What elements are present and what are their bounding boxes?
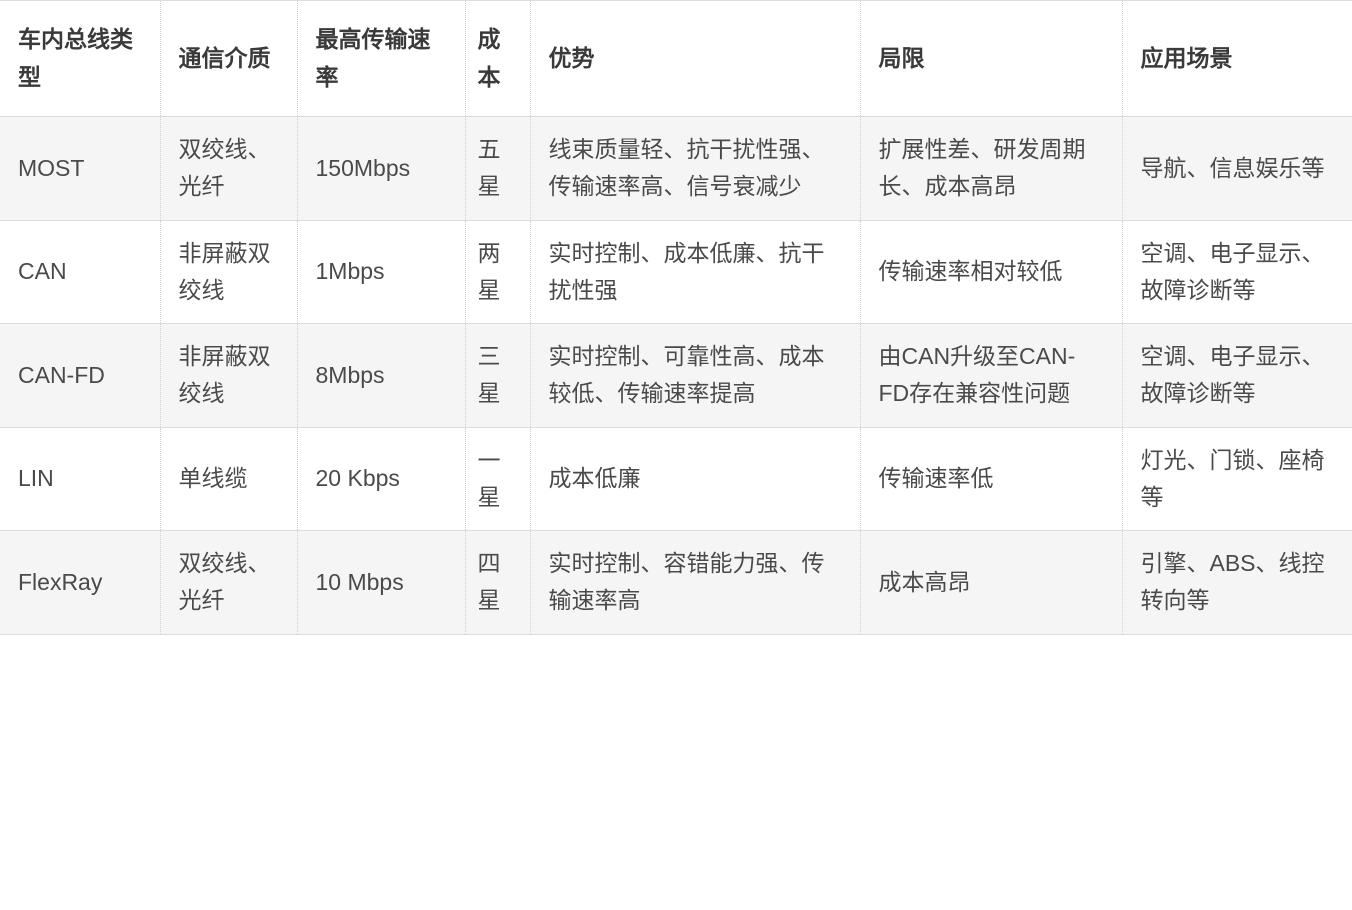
cell-advantage: 实时控制、成本低廉、抗干扰性强 — [529, 219, 861, 324]
cell-medium: 双绞线、光纤 — [159, 116, 298, 221]
table-row: LIN 单线缆 20 Kbps 一星 成本低廉 传输速率低 灯光、门锁、座椅等 — [0, 426, 1352, 531]
table-row: MOST 双绞线、光纤 150Mbps 五星 线束质量轻、抗干扰性强、传输速率高… — [0, 116, 1352, 221]
column-header-max-rate: 最高传输速率 — [296, 0, 466, 117]
cell-limitation: 成本高昂 — [859, 530, 1123, 635]
table-header-row: 车内总线类型 通信介质 最高传输速率 成本 优势 局限 应用场景 — [0, 0, 1352, 117]
cell-application: 灯光、门锁、座椅等 — [1121, 426, 1352, 531]
cell-advantage: 实时控制、可靠性高、成本较低、传输速率提高 — [529, 323, 861, 428]
vehicle-bus-comparison-table: 车内总线类型 通信介质 最高传输速率 成本 优势 局限 应用场景 MOST 双绞… — [0, 0, 1352, 635]
cell-max-rate: 10 Mbps — [296, 530, 466, 635]
cell-application: 导航、信息娱乐等 — [1121, 116, 1352, 221]
cell-bus-type: CAN — [0, 219, 161, 324]
column-header-advantage: 优势 — [529, 0, 861, 117]
cell-limitation: 扩展性差、研发周期长、成本高昂 — [859, 116, 1123, 221]
cell-medium: 双绞线、光纤 — [159, 530, 298, 635]
cell-application: 空调、电子显示、故障诊断等 — [1121, 219, 1352, 324]
cell-advantage: 实时控制、容错能力强、传输速率高 — [529, 530, 861, 635]
table-row: CAN-FD 非屏蔽双绞线 8Mbps 三星 实时控制、可靠性高、成本较低、传输… — [0, 323, 1352, 428]
cell-cost: 两星 — [464, 219, 531, 324]
table-row: FlexRay 双绞线、光纤 10 Mbps 四星 实时控制、容错能力强、传输速… — [0, 530, 1352, 635]
cell-max-rate: 20 Kbps — [296, 426, 466, 531]
cell-application: 空调、电子显示、故障诊断等 — [1121, 323, 1352, 428]
cell-limitation: 由CAN升级至CAN-FD存在兼容性问题 — [859, 323, 1123, 428]
cell-bus-type: MOST — [0, 116, 161, 221]
cell-max-rate: 150Mbps — [296, 116, 466, 221]
cell-max-rate: 1Mbps — [296, 219, 466, 324]
cell-bus-type: CAN-FD — [0, 323, 161, 428]
cell-advantage: 线束质量轻、抗干扰性强、传输速率高、信号衰减少 — [529, 116, 861, 221]
cell-application: 引擎、ABS、线控转向等 — [1121, 530, 1352, 635]
cell-cost: 四星 — [464, 530, 531, 635]
column-header-bus-type: 车内总线类型 — [0, 0, 161, 117]
column-header-medium: 通信介质 — [159, 0, 298, 117]
column-header-cost: 成本 — [464, 0, 531, 117]
cell-bus-type: FlexRay — [0, 530, 161, 635]
cell-bus-type: LIN — [0, 426, 161, 531]
cell-advantage: 成本低廉 — [529, 426, 861, 531]
column-header-application: 应用场景 — [1121, 0, 1352, 117]
cell-limitation: 传输速率低 — [859, 426, 1123, 531]
cell-medium: 单线缆 — [159, 426, 298, 531]
table-header: 车内总线类型 通信介质 最高传输速率 成本 优势 局限 应用场景 — [0, 0, 1352, 117]
table-body: MOST 双绞线、光纤 150Mbps 五星 线束质量轻、抗干扰性强、传输速率高… — [0, 116, 1352, 635]
cell-cost: 五星 — [464, 116, 531, 221]
cell-cost: 三星 — [464, 323, 531, 428]
cell-cost: 一星 — [464, 426, 531, 531]
cell-max-rate: 8Mbps — [296, 323, 466, 428]
cell-medium: 非屏蔽双绞线 — [159, 219, 298, 324]
cell-medium: 非屏蔽双绞线 — [159, 323, 298, 428]
column-header-limitation: 局限 — [859, 0, 1123, 117]
table-row: CAN 非屏蔽双绞线 1Mbps 两星 实时控制、成本低廉、抗干扰性强 传输速率… — [0, 219, 1352, 324]
cell-limitation: 传输速率相对较低 — [859, 219, 1123, 324]
